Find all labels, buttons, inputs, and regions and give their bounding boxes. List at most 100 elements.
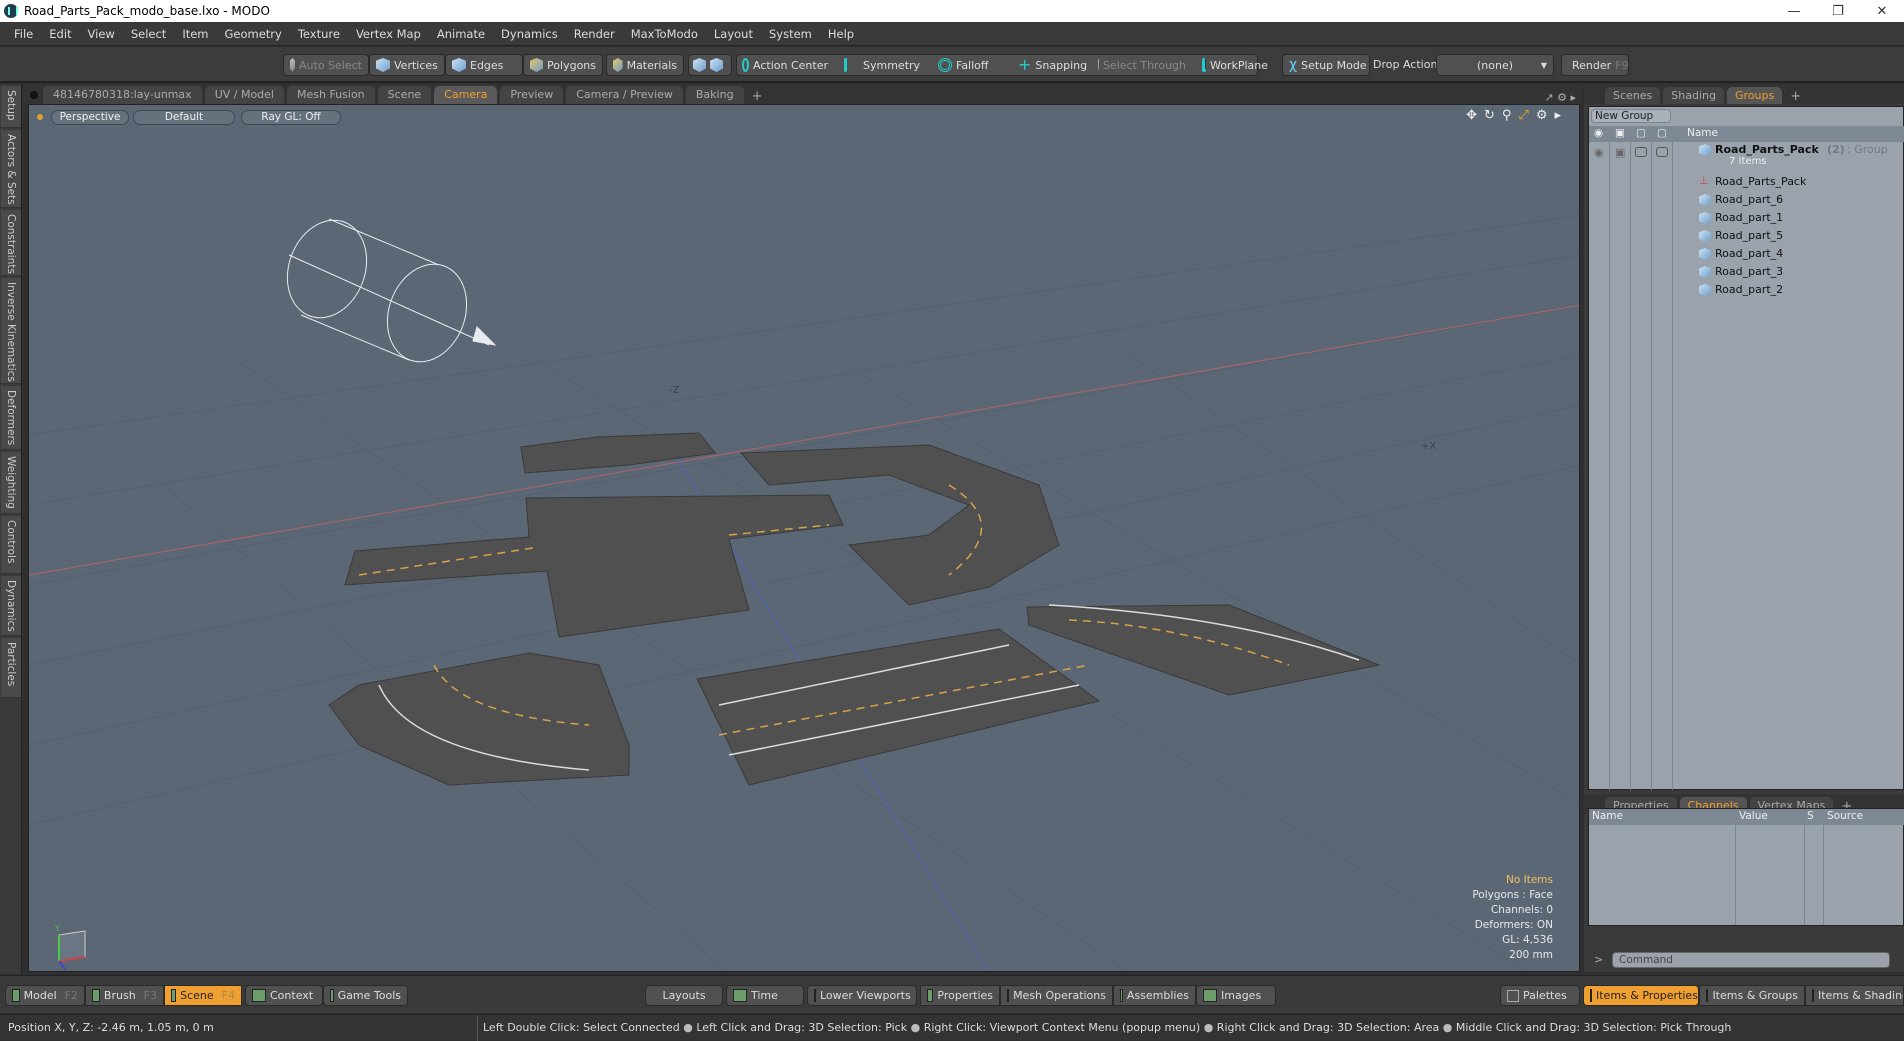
assemblies-button[interactable]: Assemblies <box>1113 985 1196 1006</box>
tab-dynamics[interactable]: Dynamics <box>1 576 21 636</box>
tab-scene[interactable]: Scene <box>377 86 432 104</box>
tab-preview[interactable]: Preview <box>500 86 564 104</box>
drop-action-select[interactable]: (none) ▼ <box>1436 54 1554 76</box>
vertices-button[interactable]: Vertices <box>369 54 445 76</box>
tab-scenes[interactable]: Scenes <box>1605 87 1661 104</box>
tab-mesh-fusion[interactable]: Mesh Fusion <box>287 86 375 104</box>
layout-brush-button[interactable]: Brush F3 <box>85 985 164 1006</box>
tab-inverse-kinematics[interactable]: Inverse Kinematics <box>1 278 21 384</box>
tab-uv-model[interactable]: UV / Model <box>204 86 284 104</box>
rotate-icon[interactable]: ↻ <box>1484 108 1495 123</box>
col-name[interactable]: Name <box>1592 810 1623 822</box>
tab-setup[interactable]: Setup <box>1 86 21 128</box>
tab-particles[interactable]: Particles <box>1 638 21 698</box>
name-col-header[interactable]: Name <box>1687 127 1718 139</box>
tab-menu-icon[interactable] <box>30 91 38 99</box>
add-tab-button[interactable]: + <box>752 89 763 104</box>
menu-view[interactable]: View <box>80 27 123 41</box>
group-item[interactable]: Road_part_4 <box>1589 245 1904 263</box>
group-row-root[interactable]: ◉ ▣ Road_Parts_Pack (2) : Group 7 Items <box>1589 143 1904 173</box>
menu-geometry[interactable]: Geometry <box>217 27 290 41</box>
tab-camera-preview[interactable]: Camera / Preview <box>566 86 683 104</box>
menu-vertex-map[interactable]: Vertex Map <box>348 27 429 41</box>
select-through-button[interactable]: Select Through <box>1092 54 1192 76</box>
perspective-dropdown[interactable]: Perspective <box>51 110 129 125</box>
menu-texture[interactable]: Texture <box>290 27 348 41</box>
palettes-button[interactable]: Palettes <box>1500 985 1580 1006</box>
tab-controls[interactable]: Controls <box>1 516 21 574</box>
menu-help[interactable]: Help <box>820 27 862 41</box>
tab-constraints[interactable]: Constraints <box>1 210 21 276</box>
close-button[interactable]: ✕ <box>1860 4 1904 19</box>
minimize-button[interactable]: — <box>1772 4 1816 19</box>
viewport-options-icon[interactable] <box>37 114 43 120</box>
tab-camera[interactable]: Camera <box>434 86 498 104</box>
settings-icon[interactable]: ⚙ <box>1536 108 1548 123</box>
falloff-button[interactable]: Falloff <box>932 54 1008 76</box>
lock-toggle[interactable] <box>1635 147 1647 157</box>
group-item[interactable]: Road_part_2 <box>1589 281 1904 299</box>
menu-system[interactable]: System <box>761 27 820 41</box>
tab-weighting[interactable]: Weighting <box>1 452 21 514</box>
layout-context-button[interactable]: Context <box>245 985 323 1006</box>
add-tab-button[interactable]: + <box>1790 89 1801 104</box>
col-value[interactable]: Value <box>1739 810 1768 822</box>
tab-baking[interactable]: Baking <box>685 86 744 104</box>
menu-select[interactable]: Select <box>123 27 174 41</box>
tab-actors-sets[interactable]: Actors & Sets <box>1 130 21 208</box>
materials-button[interactable]: Materials <box>606 54 684 76</box>
visibility-toggle[interactable]: ◉ <box>1594 146 1604 159</box>
new-group-button[interactable]: New Group <box>1591 109 1671 123</box>
items-shading-button[interactable]: Items & Shading <box>1805 985 1904 1006</box>
tab-groups[interactable]: Groups <box>1726 87 1783 104</box>
raygl-dropdown[interactable]: Ray GL: Off <box>241 110 341 125</box>
polygons-button[interactable]: Polygons <box>523 54 603 76</box>
symmetry-button[interactable]: Symmetry <box>838 54 926 76</box>
visibility-col-icon[interactable]: ◉ <box>1594 127 1603 139</box>
auto-select-button[interactable]: Auto Select <box>283 54 369 76</box>
menu-maxtomodo[interactable]: MaxToModo <box>623 27 706 41</box>
menu-dynamics[interactable]: Dynamics <box>493 27 566 41</box>
fit-icon[interactable]: ⤢ <box>1518 108 1528 123</box>
col-s[interactable]: S <box>1807 810 1814 822</box>
layout-scene-button[interactable]: Scene F4 <box>164 985 242 1006</box>
mesh-operations-button[interactable]: Mesh Operations <box>1000 985 1113 1006</box>
items-groups-button[interactable]: Items & Groups <box>1699 985 1805 1006</box>
select-col-icon[interactable]: ▢ <box>1657 127 1667 139</box>
menu-layout[interactable]: Layout <box>706 27 761 41</box>
tab-lay-unmax[interactable]: 48146780318:lay-unmax <box>43 86 202 104</box>
restore-button[interactable]: ❐ <box>1816 4 1860 19</box>
render-toggle[interactable]: ▣ <box>1615 146 1625 159</box>
tab-shading[interactable]: Shading <box>1663 87 1724 104</box>
layouts-button[interactable]: Layouts <box>645 985 723 1006</box>
action-center-button[interactable]: Action Center <box>736 54 834 76</box>
menu-edit[interactable]: Edit <box>41 27 79 41</box>
setup-mode-button[interactable]: χ Setup Mode <box>1282 54 1370 76</box>
group-item[interactable]: ⊥ Road_Parts_Pack <box>1589 173 1904 191</box>
layout-model-button[interactable]: Model F2 <box>5 985 85 1006</box>
workplane-button[interactable]: WorkPlane <box>1196 54 1274 76</box>
group-item[interactable]: Road_part_3 <box>1589 263 1904 281</box>
viewport-tab-tools[interactable]: ↗ ⚙ ▸ <box>1544 91 1576 104</box>
items-properties-button[interactable]: Items & Properties <box>1583 985 1699 1006</box>
select-toggle[interactable] <box>1656 147 1668 157</box>
menu-render[interactable]: Render <box>566 27 623 41</box>
move-icon[interactable]: ✥ <box>1466 108 1477 123</box>
group-item[interactable]: Road_part_5 <box>1589 227 1904 245</box>
3d-viewport[interactable]: -Z +X Y Perspective Default Ray GL: Off … <box>28 104 1580 972</box>
more-icon[interactable]: ▸ <box>1554 108 1561 123</box>
lower-viewports-button[interactable]: Lower Viewports <box>807 985 917 1006</box>
layout-game-tools-button[interactable]: Game Tools <box>323 985 408 1006</box>
snapping-button[interactable]: + Snapping <box>1012 54 1092 76</box>
menu-animate[interactable]: Animate <box>429 27 493 41</box>
col-source[interactable]: Source <box>1827 810 1863 822</box>
menu-item[interactable]: Item <box>174 27 216 41</box>
shading-dropdown[interactable]: Default <box>133 110 235 125</box>
group-item[interactable]: Road_part_1 <box>1589 209 1904 227</box>
selection-sets-button[interactable] <box>688 54 732 76</box>
group-item[interactable]: Road_part_6 <box>1589 191 1904 209</box>
render-button[interactable]: Render F9 <box>1561 54 1629 76</box>
properties-button[interactable]: Properties <box>920 985 1000 1006</box>
images-button[interactable]: Images <box>1196 985 1276 1006</box>
command-input[interactable]: Command <box>1612 952 1890 968</box>
